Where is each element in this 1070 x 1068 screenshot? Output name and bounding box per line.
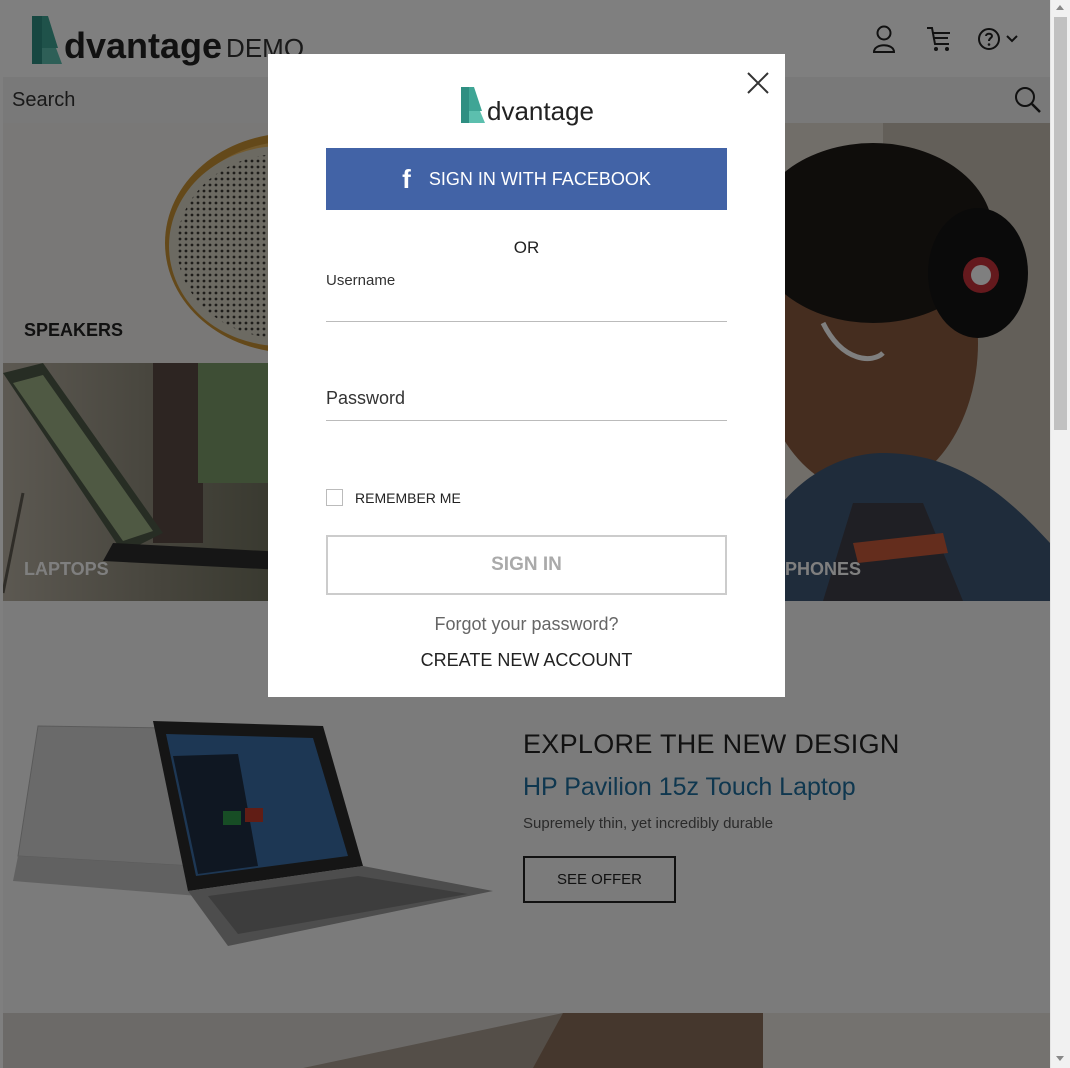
modal-logo-text: dvantage (487, 96, 594, 126)
login-modal: dvantage f SIGN IN WITH FACEBOOK OR User… (268, 54, 785, 697)
facebook-signin-label: SIGN IN WITH FACEBOOK (428, 168, 651, 189)
username-field[interactable]: Username (326, 268, 727, 322)
username-label: Username (326, 272, 396, 289)
password-field[interactable]: Password (326, 378, 727, 421)
or-divider: OR (513, 238, 540, 257)
scroll-down-icon[interactable] (1056, 1056, 1064, 1061)
modal-logo-mark-icon (461, 87, 485, 123)
scroll-up-icon[interactable] (1056, 5, 1064, 10)
remember-me-label: REMEMBER ME (355, 489, 461, 506)
close-icon[interactable] (745, 70, 771, 96)
remember-me[interactable]: REMEMBER ME (326, 489, 461, 506)
sign-in-button[interactable]: SIGN IN (326, 535, 727, 595)
facebook-signin-button[interactable]: f SIGN IN WITH FACEBOOK (326, 148, 727, 210)
page-scrollbar[interactable] (1050, 0, 1070, 1068)
facebook-icon: f (402, 163, 411, 194)
modal-logo: dvantage (458, 83, 594, 125)
forgot-password-link[interactable]: Forgot your password? (268, 614, 785, 635)
create-account-link[interactable]: CREATE NEW ACCOUNT (268, 650, 785, 671)
password-input[interactable] (326, 392, 727, 420)
username-input[interactable] (326, 293, 727, 321)
remember-me-checkbox[interactable] (326, 489, 343, 506)
scroll-thumb[interactable] (1054, 17, 1067, 430)
